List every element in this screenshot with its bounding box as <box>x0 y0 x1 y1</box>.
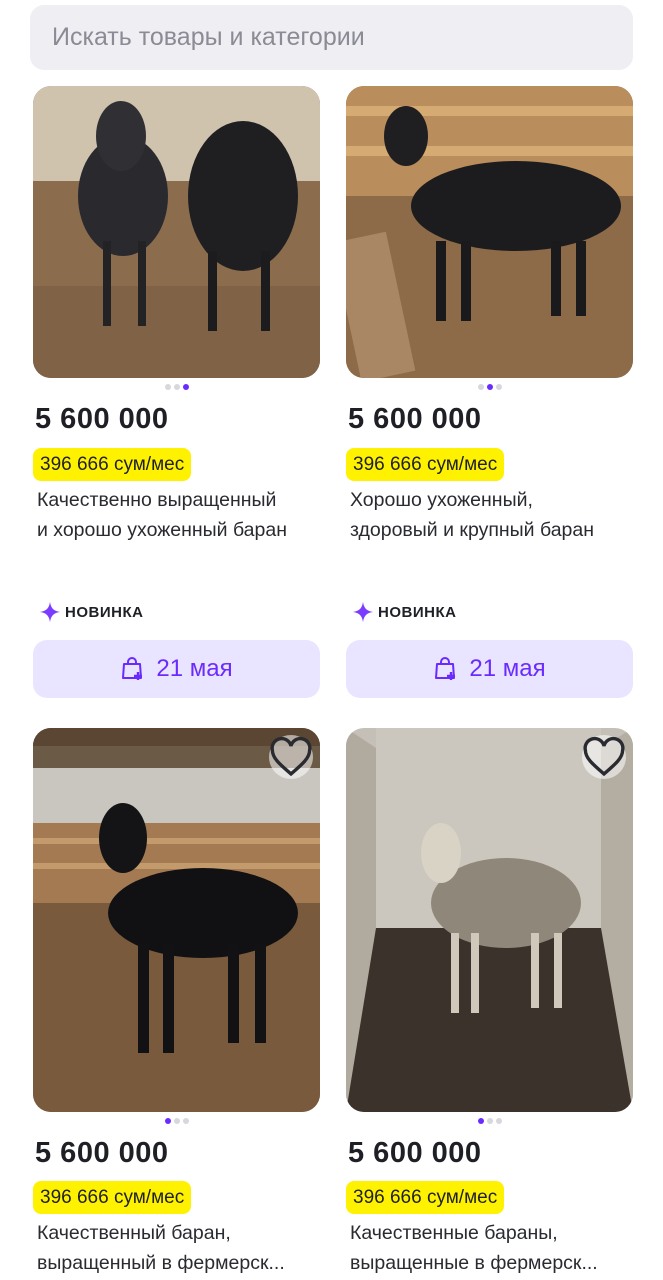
pagination-dot <box>495 1118 502 1124</box>
image-pagination <box>346 1118 633 1124</box>
sheep-photo-image <box>33 86 320 378</box>
pagination-dot <box>173 384 180 390</box>
installment-badge: 396 666 сум/мес <box>33 448 192 481</box>
product-title[interactable]: Качественно выращенный и хорошо ухоженны… <box>37 485 322 545</box>
sparkle-icon <box>39 601 61 623</box>
product-title-line: здоровый и крупный баран <box>350 519 595 541</box>
image-pagination <box>346 384 633 390</box>
product-price: 5 600 000 <box>348 403 482 435</box>
product-title-line: Хорошо ухоженный, <box>350 489 533 511</box>
new-badge: НОВИНКА <box>352 601 456 623</box>
heart-icon <box>270 736 312 777</box>
product-title[interactable]: Качественные бараны, выращенные в фермер… <box>350 1218 635 1278</box>
installment-badge: 396 666 сум/мес <box>346 1181 505 1214</box>
product-title-line: Качественно выращенный <box>37 489 277 511</box>
favorite-button[interactable] <box>269 735 313 779</box>
product-photo[interactable] <box>346 86 633 378</box>
pagination-dot <box>486 1118 493 1124</box>
sparkle-icon <box>352 601 374 623</box>
pagination-dot <box>477 384 484 390</box>
delivery-date-label: 21 мая <box>469 655 546 682</box>
delivery-date-button[interactable]: 21 мая <box>346 640 633 698</box>
product-price: 5 600 000 <box>348 1137 482 1169</box>
search-input[interactable]: Искать товары и категории <box>30 5 633 70</box>
product-title[interactable]: Качественный баран, выращенный в фермерс… <box>37 1218 322 1278</box>
pagination-dot <box>182 1118 189 1124</box>
new-badge-label: НОВИНКА <box>378 603 457 621</box>
product-title-line: выращенный в фермерск... <box>37 1252 285 1274</box>
product-price: 5 600 000 <box>35 1137 169 1169</box>
sheep-photo-image <box>346 86 633 378</box>
product-title-line: Качественный баран, <box>37 1222 231 1244</box>
sheep-photo-image <box>346 728 633 1112</box>
pagination-dot-active <box>486 384 493 390</box>
pagination-dot <box>164 384 171 390</box>
product-price: 5 600 000 <box>35 403 169 435</box>
product-title-line: Качественные бараны, <box>350 1222 558 1244</box>
pagination-dot-active <box>182 384 189 390</box>
installment-badge: 396 666 сум/мес <box>346 448 505 481</box>
heart-icon <box>583 736 625 777</box>
delivery-date-button[interactable]: 21 мая <box>33 640 320 698</box>
product-photo[interactable] <box>346 728 633 1112</box>
shopping-bag-icon <box>122 657 143 680</box>
product-title-line: и хорошо ухоженный баран <box>37 519 287 541</box>
product-photo[interactable] <box>33 86 320 378</box>
pagination-dot-active <box>477 1118 484 1124</box>
product-title[interactable]: Хорошо ухоженный, здоровый и крупный бар… <box>350 485 635 545</box>
image-pagination <box>33 1118 320 1124</box>
product-photo[interactable] <box>33 728 320 1112</box>
delivery-date-label: 21 мая <box>156 655 233 682</box>
sheep-photo-image <box>33 728 320 1112</box>
new-badge-label: НОВИНКА <box>65 603 144 621</box>
search-placeholder: Искать товары и категории <box>52 23 365 51</box>
pagination-dot-active <box>164 1118 171 1124</box>
pagination-dot <box>495 384 502 390</box>
installment-badge: 396 666 сум/мес <box>33 1181 192 1214</box>
favorite-button[interactable] <box>582 735 626 779</box>
pagination-dot <box>173 1118 180 1124</box>
image-pagination <box>33 384 320 390</box>
new-badge: НОВИНКА <box>39 601 143 623</box>
shopping-bag-icon <box>435 657 456 680</box>
product-title-line: выращенные в фермерск... <box>350 1252 598 1274</box>
